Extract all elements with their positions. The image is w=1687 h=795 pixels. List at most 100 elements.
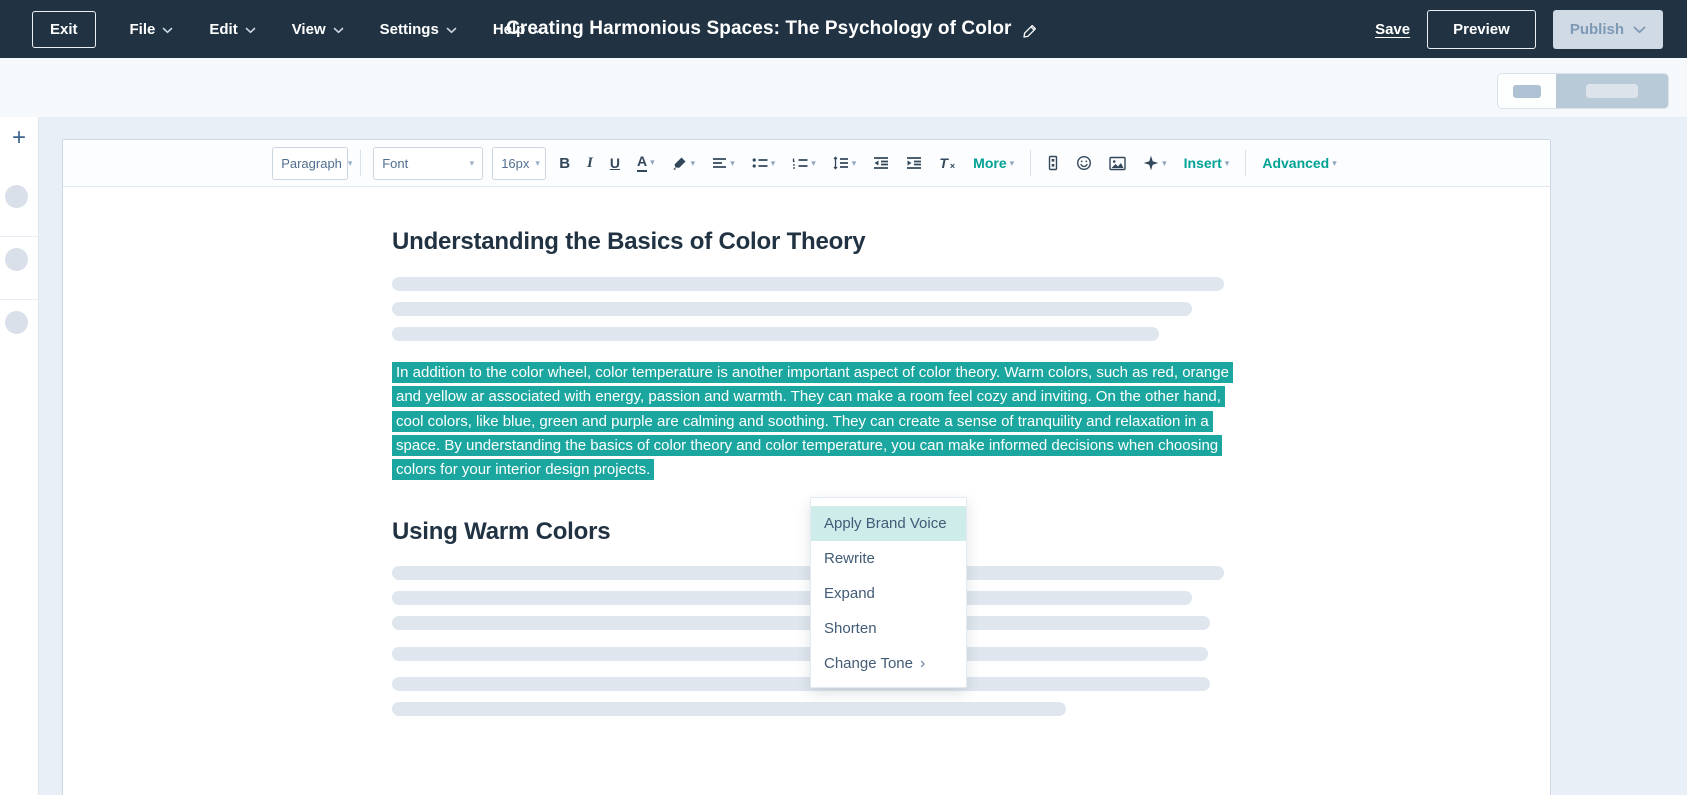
insert-label: Insert [1183,155,1222,171]
module-thumbnail[interactable] [5,311,28,334]
font-color-button[interactable]: A ▾ [633,151,659,174]
menu-edit[interactable]: Edit [209,21,256,38]
menu-settings[interactable]: Settings [380,21,457,38]
toolbar-divider [1030,150,1032,176]
font-size-select[interactable]: 16px ▾ [492,146,547,180]
navbar-actions: Save Preview Publish [1375,0,1663,58]
chevron-down-icon [333,27,344,34]
indent-button[interactable] [902,153,926,173]
caret-down-icon: ▾ [690,157,696,168]
chevron-down-icon [1633,26,1646,34]
view-toggle-right-pill [1586,84,1638,98]
menu-file[interactable]: File [130,21,174,38]
bold-button[interactable]: B [555,152,574,175]
menu-settings-label: Settings [379,20,439,38]
caret-down-icon: ▾ [811,157,816,168]
highlight-color-button[interactable]: ▾ [668,152,700,174]
page-title: Creating Harmonious Spaces: The Psycholo… [506,18,1012,39]
line-spacing-button[interactable]: ▾ [829,153,861,173]
clear-formatting-x: × [949,161,956,171]
menu-item-label: Expand [824,585,875,602]
clear-formatting-button[interactable]: T × [935,152,960,174]
personalize-token-icon [1047,155,1059,171]
numbered-list-icon [792,156,808,170]
outdent-icon [873,156,889,170]
toolbar-divider [360,150,362,176]
menu-view-label: View [291,20,326,38]
menu-view[interactable]: View [292,21,344,38]
caret-down-icon: ▾ [1162,157,1167,168]
module-thumbnail[interactable] [5,185,28,208]
plus-icon: + [11,124,26,151]
underline-icon: U [609,155,621,171]
menu-item-expand[interactable]: Expand [811,576,966,611]
bold-icon: B [559,154,571,172]
caret-down-icon: ▾ [535,157,540,168]
submenu-arrow-icon: › [919,655,926,672]
text-placeholder-bar [392,327,1159,341]
rich-text-toolbar: Paragraph ▾ Font ▾ 16px ▾ B I U A ▾ ▾ ▾ … [63,140,1550,187]
advanced-menu-button[interactable]: Advanced ▾ [1258,152,1340,174]
italic-button[interactable]: I [583,152,597,175]
menu-item-label: Shorten [824,620,877,637]
chevron-down-icon [162,27,173,34]
ai-context-menu: Apply Brand Voice Rewrite Expand Shorten… [810,497,967,688]
caret-down-icon: ▾ [650,157,655,168]
menu-item-change-tone[interactable]: Change Tone › [811,646,966,681]
section-heading-1[interactable]: Understanding the Basics of Color Theory [392,228,1550,255]
bullet-list-icon [752,156,768,170]
text-placeholder-bar [392,277,1224,291]
sub-toolbar [0,58,1687,117]
chevron-down-icon [446,27,457,34]
font-color-icon: A [637,153,648,172]
insert-menu-button[interactable]: Insert ▾ [1180,152,1234,174]
advanced-label: Advanced [1262,155,1330,171]
menu-item-label: Change Tone [824,655,913,672]
device-view-toggle [1498,74,1668,108]
more-label: More [973,155,1007,171]
save-button[interactable]: Save [1375,21,1410,38]
module-sidebar: + [0,117,39,795]
emoji-button[interactable] [1072,152,1096,174]
text-placeholder-bar [392,702,1066,717]
text-placeholder-bar [392,591,1192,606]
publish-button[interactable]: Publish [1552,9,1663,49]
caret-down-icon: ▾ [1224,157,1230,168]
personalize-token-button[interactable] [1043,152,1063,174]
preview-button[interactable]: Preview [1427,9,1536,49]
ai-assistant-button[interactable]: ▾ [1139,152,1171,174]
module-thumbnail[interactable] [5,248,28,271]
view-toggle-right-segment[interactable] [1556,74,1668,108]
more-menu-button[interactable]: More ▾ [969,152,1018,174]
paragraph-style-value: Paragraph [281,155,342,171]
edit-title-pencil-icon[interactable] [1022,23,1038,39]
insert-image-button[interactable] [1105,153,1130,174]
indent-icon [906,156,922,170]
text-placeholder-bar [392,647,1208,662]
bullet-list-button[interactable]: ▾ [748,153,780,173]
highlighted-paragraph[interactable]: In addition to the color wheel, color te… [392,361,1237,482]
font-family-select[interactable]: Font ▾ [373,146,484,180]
underline-button[interactable]: U [606,152,624,174]
caret-down-icon: ▾ [347,157,353,168]
numbered-list-button[interactable]: ▾ [788,153,820,173]
document-body: Understanding the Basics of Color Theory… [63,187,1550,717]
alignment-button[interactable]: ▾ [708,153,739,173]
highlighted-text[interactable]: In addition to the color wheel, color te… [392,362,1233,481]
top-navbar: Exit File Edit View Settings Help Creati… [0,0,1687,58]
menu-item-rewrite[interactable]: Rewrite [811,541,966,576]
paragraph-style-select[interactable]: Paragraph ▾ [272,146,352,180]
section-heading-2[interactable]: Using Warm Colors [392,518,1550,545]
menu-item-apply-brand-voice[interactable]: Apply Brand Voice [811,506,966,541]
outdent-button[interactable] [869,153,893,173]
caret-down-icon: ▾ [469,157,475,168]
ai-sparkle-icon [1143,155,1159,171]
editor-canvas: Paragraph ▾ Font ▾ 16px ▾ B I U A ▾ ▾ ▾ … [62,139,1551,795]
menu-bar: File Edit View Settings Help [130,21,544,38]
add-module-button[interactable]: + [0,126,38,150]
view-toggle-left-segment[interactable] [1498,74,1556,108]
menu-item-shorten[interactable]: Shorten [811,611,966,646]
text-placeholder-bar [392,302,1192,316]
exit-button[interactable]: Exit [32,10,96,48]
text-placeholder-bar [392,566,1224,581]
